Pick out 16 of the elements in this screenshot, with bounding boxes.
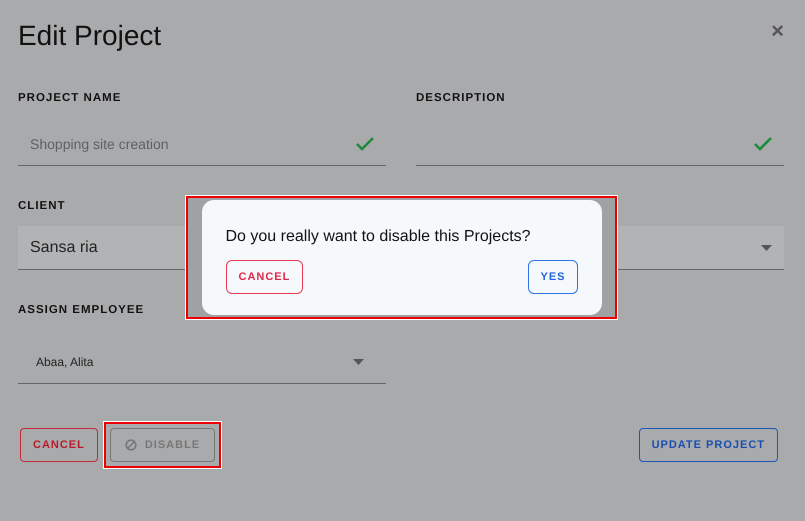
confirm-button[interactable]: YES — [528, 260, 578, 294]
update-button[interactable]: UPDATE PROJECT — [638, 428, 778, 462]
input-field[interactable]: Shopping site creation — [18, 122, 386, 166]
dropdown-arrow-icon — [353, 358, 364, 364]
field-label: PROJECT NAME — [18, 92, 122, 106]
cancel-button[interactable]: CANCEL — [226, 260, 304, 294]
form-title: Edit Project — [18, 20, 162, 52]
close-button[interactable]: × — [771, 20, 784, 42]
input-field[interactable]: Abaa, Alita — [18, 340, 386, 384]
cancel-button[interactable]: CANCEL — [20, 428, 98, 462]
dialog-message: Do you really want to disable this Projects? — [226, 228, 532, 246]
field-label: DESCRIPTION — [416, 92, 507, 106]
field-label: ASSIGN EMPLOYEE — [18, 304, 146, 318]
blocked-icon — [124, 439, 137, 451]
dropdown-arrow-icon — [761, 244, 772, 250]
field-label: CLIENT — [18, 200, 67, 214]
